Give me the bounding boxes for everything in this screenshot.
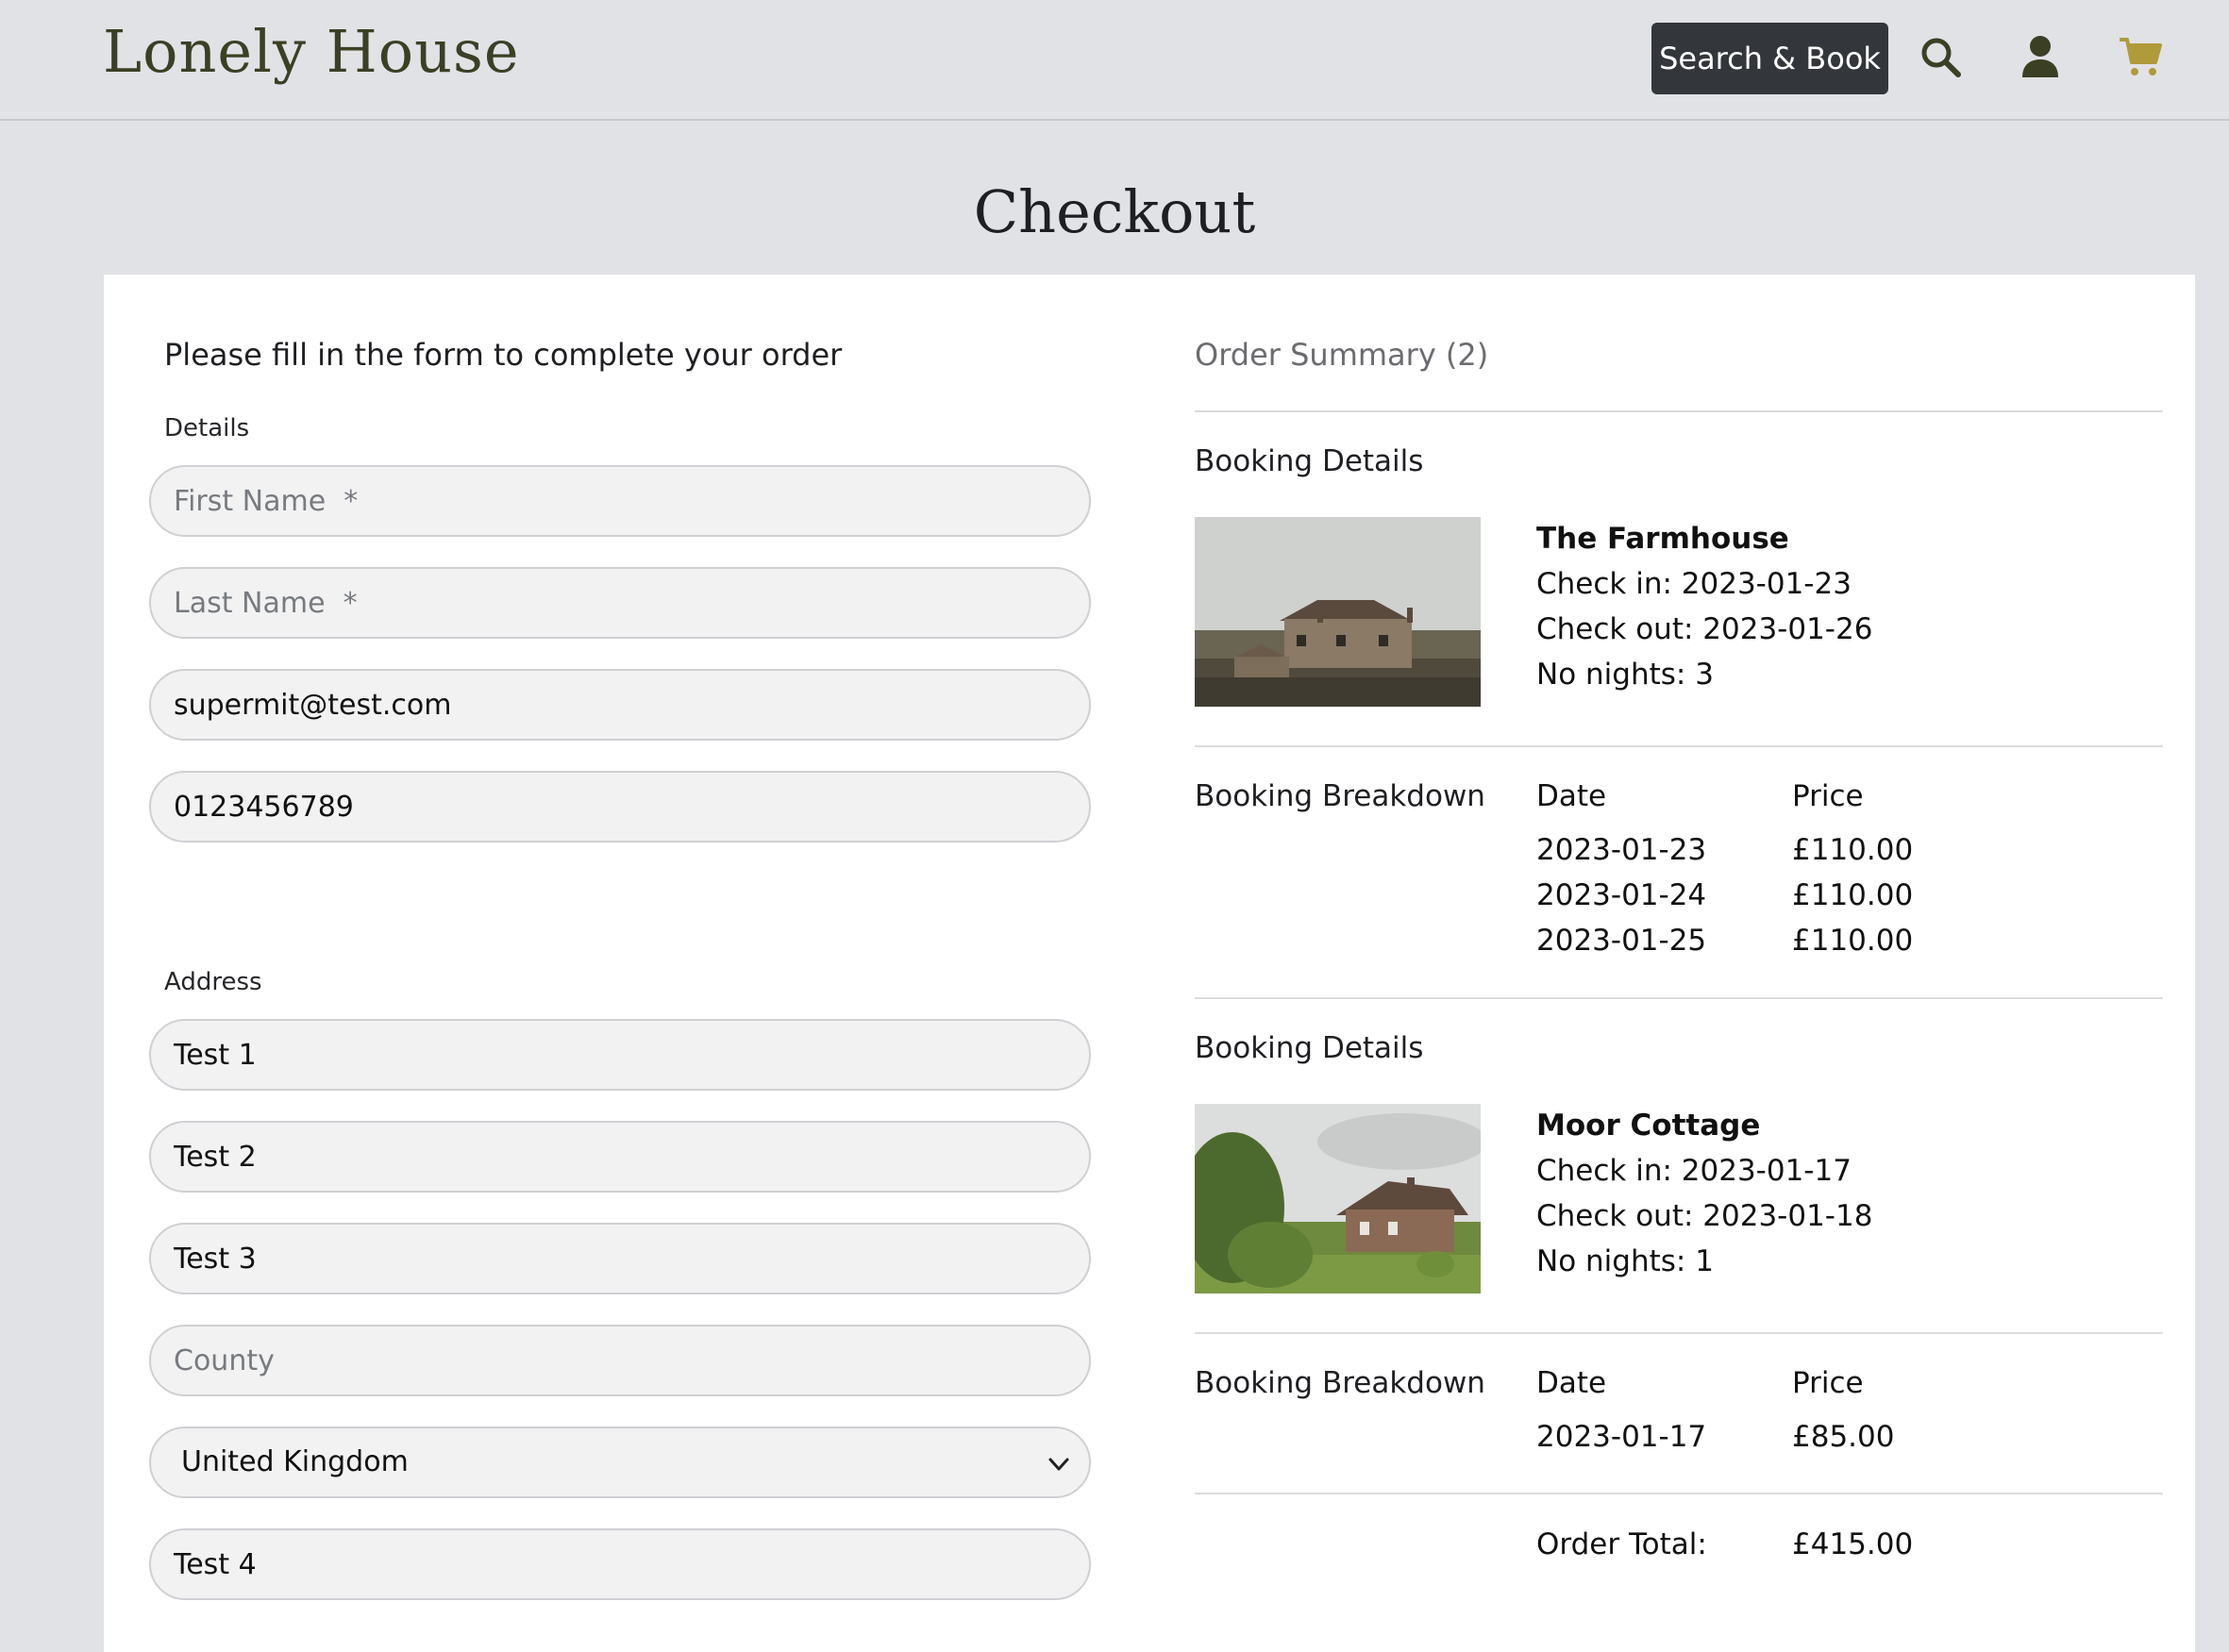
- checkout-card: Please fill in the form to complete your…: [104, 275, 2195, 1652]
- breakdown-date: 2023-01-25: [1536, 924, 1707, 958]
- divider: [1195, 745, 2163, 747]
- address-line3-input[interactable]: [149, 1223, 1091, 1294]
- brand-logo[interactable]: Lonely House: [103, 17, 520, 86]
- breakdown-price: £110.00: [1792, 833, 1914, 867]
- address-line1-input[interactable]: [149, 1019, 1091, 1091]
- date-header: Date: [1536, 1366, 1607, 1400]
- breakdown-price: £85.00: [1792, 1420, 1895, 1454]
- form-intro: Please fill in the form to complete your…: [164, 337, 843, 373]
- order-summary-title: Order Summary (2): [1195, 337, 1489, 373]
- price-header: Price: [1792, 1366, 1864, 1400]
- address-line2-input[interactable]: [149, 1121, 1091, 1193]
- country-select[interactable]: United Kingdom: [149, 1427, 1091, 1498]
- email-input[interactable]: [149, 669, 1091, 741]
- breakdown-price: £110.00: [1792, 924, 1914, 958]
- address-label: Address: [164, 968, 262, 996]
- booking-breakdown-label: Booking Breakdown: [1195, 779, 1485, 813]
- date-header: Date: [1536, 779, 1607, 813]
- check-in: Check in: 2023-01-23: [1536, 567, 1852, 601]
- moor-cottage-image: [1195, 1104, 1481, 1293]
- divider: [1195, 997, 2163, 999]
- farmhouse-image: [1195, 517, 1481, 707]
- county-input[interactable]: [149, 1325, 1091, 1396]
- search-icon[interactable]: [1918, 34, 1963, 79]
- page-title: Checkout: [973, 177, 1256, 246]
- check-out: Check out: 2023-01-26: [1536, 612, 1873, 646]
- country-selected-value: United Kingdom: [181, 1445, 409, 1478]
- divider: [1195, 1332, 2163, 1334]
- phone-input[interactable]: [149, 771, 1091, 843]
- divider: [1195, 410, 2163, 412]
- breakdown-price: £110.00: [1792, 878, 1914, 912]
- nights: No nights: 1: [1536, 1244, 1714, 1278]
- breakdown-date: 2023-01-17: [1536, 1420, 1707, 1454]
- last-name-input[interactable]: [149, 567, 1091, 639]
- order-total-value: £415.00: [1792, 1527, 1914, 1561]
- nights: No nights: 3: [1536, 658, 1714, 692]
- divider: [1195, 1493, 2163, 1494]
- booking-details-label: Booking Details: [1195, 444, 1424, 478]
- order-total-label: Order Total:: [1536, 1527, 1707, 1561]
- check-out: Check out: 2023-01-18: [1536, 1199, 1873, 1233]
- user-icon[interactable]: [2018, 34, 2063, 79]
- first-name-input[interactable]: [149, 465, 1091, 537]
- postcode-input[interactable]: [149, 1528, 1091, 1600]
- price-header: Price: [1792, 779, 1864, 813]
- booking-breakdown-label: Booking Breakdown: [1195, 1366, 1485, 1400]
- property-name: Moor Cottage: [1536, 1109, 1761, 1143]
- property-name: The Farmhouse: [1536, 522, 1789, 556]
- booking-details-label: Booking Details: [1195, 1031, 1424, 1065]
- site-header: Lonely House Search & Book: [0, 0, 2229, 121]
- breakdown-date: 2023-01-24: [1536, 878, 1707, 912]
- details-label: Details: [164, 414, 250, 442]
- cart-icon[interactable]: [2118, 34, 2163, 79]
- check-in: Check in: 2023-01-17: [1536, 1154, 1852, 1188]
- chevron-down-icon: [1048, 1458, 1069, 1471]
- search-book-button[interactable]: Search & Book: [1651, 23, 1888, 94]
- breakdown-date: 2023-01-23: [1536, 833, 1707, 867]
